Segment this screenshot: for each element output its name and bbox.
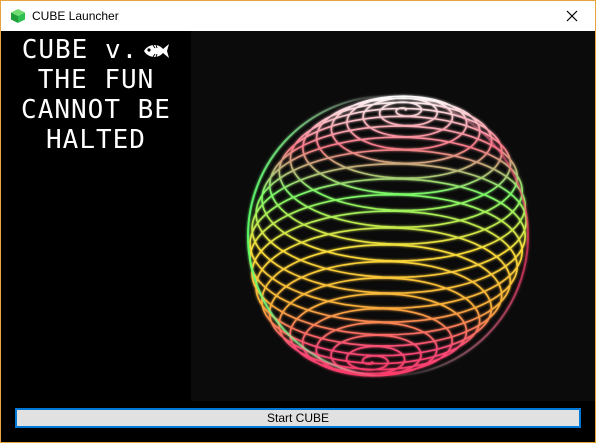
headline-line-4: HALTED	[46, 125, 146, 155]
headline-line-1: CUBE v.	[1, 35, 191, 65]
launcher-window: CUBE Launcher CUBE v. THE FUN CANNOT BE …	[0, 0, 596, 443]
start-cube-button[interactable]: Start CUBE	[15, 408, 581, 428]
window-title: CUBE Launcher	[32, 9, 119, 23]
title-bar[interactable]: CUBE Launcher	[1, 1, 595, 31]
glowing-spiral-sphere-image	[247, 95, 529, 377]
content-area: CUBE v. THE FUN CANNOT BE HALTED Start C…	[1, 31, 595, 442]
headline-line-1-text: CUBE v.	[21, 35, 139, 65]
side-panel: CUBE v. THE FUN CANNOT BE HALTED	[1, 31, 191, 442]
sphere-spiral-path	[249, 95, 528, 377]
close-button[interactable]	[549, 1, 595, 31]
fish-icon	[144, 43, 170, 58]
headline-line-3: CANNOT BE	[21, 95, 171, 125]
sphere-image	[191, 31, 595, 401]
close-icon	[566, 10, 578, 22]
headline: CUBE v. THE FUN CANNOT BE HALTED	[1, 35, 191, 155]
headline-line-2: THE FUN	[37, 65, 155, 95]
green-cube-icon	[11, 9, 25, 23]
